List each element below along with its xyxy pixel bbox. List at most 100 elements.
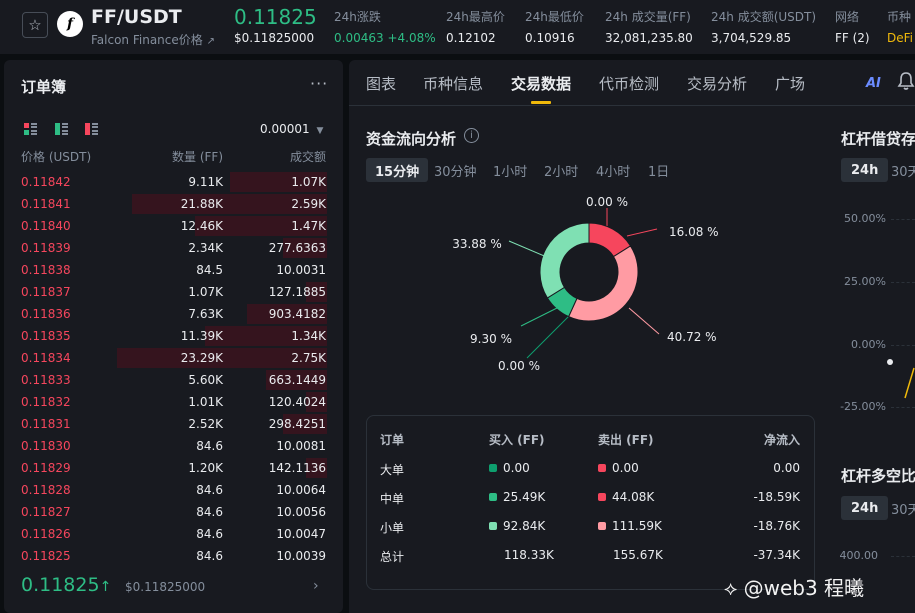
ask-total: 277.6363 xyxy=(268,241,326,255)
view-asks-icon[interactable] xyxy=(85,123,98,136)
active-tab-indicator xyxy=(531,101,551,104)
ai-assistant-icon[interactable]: AI xyxy=(866,76,881,91)
ask-price: 0.11837 xyxy=(21,285,71,299)
ask-row[interactable]: 0.11828 84.6 10.0064 xyxy=(4,479,343,501)
tab-square[interactable]: 广场 xyxy=(775,73,805,94)
tab-trading-data[interactable]: 交易数据 xyxy=(511,73,571,94)
ask-row[interactable]: 0.11842 9.11K 1.07K xyxy=(4,171,343,193)
legend-swatch xyxy=(598,522,606,530)
timeframe-4h[interactable]: 4小时 xyxy=(587,158,639,182)
order-type-label: 中单 xyxy=(380,490,404,507)
bell-icon[interactable] xyxy=(897,71,915,91)
ask-price: 0.11840 xyxy=(21,219,71,233)
chevron-down-icon: ▼ xyxy=(316,126,324,136)
slice-leader-line xyxy=(508,240,550,259)
net-inflow-value: 0.00 xyxy=(773,461,800,475)
col-amount: 数量 (FF) xyxy=(172,150,223,164)
ask-total: 1.47K xyxy=(291,219,326,233)
ask-price: 0.11828 xyxy=(21,483,71,497)
favorite-star-icon[interactable]: ☆ xyxy=(22,12,48,38)
donut-slice[interactable] xyxy=(568,245,639,322)
ask-row[interactable]: 0.11830 84.6 10.0081 xyxy=(4,435,343,457)
slice-label: 40.72 % xyxy=(667,330,717,344)
view-both-icon[interactable] xyxy=(24,123,37,136)
sell-amount-value: 111.59K xyxy=(612,519,662,533)
order-book-title: 订单簿 xyxy=(21,78,67,96)
info-icon[interactable]: i xyxy=(464,128,479,143)
order-type-label: 总计 xyxy=(380,548,404,565)
tab-chart[interactable]: 图表 xyxy=(366,73,396,94)
range2-30d-button[interactable]: 30天 xyxy=(881,496,915,520)
ask-row[interactable]: 0.11840 12.46K 1.47K xyxy=(4,215,343,237)
timeframe-30m[interactable]: 30分钟 xyxy=(425,158,486,182)
ask-row[interactable]: 0.11827 84.6 10.0056 xyxy=(4,501,343,523)
ask-row[interactable]: 0.11839 2.34K 277.6363 xyxy=(4,237,343,259)
ask-row[interactable]: 0.11826 84.6 10.0047 xyxy=(4,523,343,545)
order-type-label-value: 总计 xyxy=(380,550,405,564)
ask-price: 0.11827 xyxy=(21,505,71,519)
margin-lending-title: 杠杆借贷存 xyxy=(841,130,915,148)
fund-flow-donut-chart: 0.00 % 16.08 % 40.72 % 0.00 % 9.30 % 33.88 % xyxy=(452,196,718,373)
more-options-icon[interactable]: ··· xyxy=(310,74,328,93)
stat-value-sector[interactable]: DeFi xyxy=(887,31,913,45)
tab-trade-analysis[interactable]: 交易分析 xyxy=(687,73,747,94)
donut-slice[interactable] xyxy=(539,222,590,299)
stat-label-low: 24h最低价 xyxy=(525,10,584,24)
ask-total: 10.0081 xyxy=(276,439,326,453)
coin-price-link[interactable]: Falcon Finance价格 ↗ xyxy=(91,31,215,48)
ask-price: 0.11842 xyxy=(21,175,71,189)
timeframe-2h[interactable]: 2小时 xyxy=(535,158,587,182)
slice-label: 33.88 % xyxy=(452,237,502,251)
ask-price: 0.11839 xyxy=(21,241,71,255)
slice-leader-line xyxy=(526,315,570,359)
ask-row[interactable]: 0.11834 23.29K 2.75K xyxy=(4,347,343,369)
ask-amount: 9.11K xyxy=(188,175,223,189)
ask-price: 0.11838 xyxy=(21,263,71,277)
timeframe-1h[interactable]: 1小时 xyxy=(484,158,536,182)
chevron-right-icon[interactable]: › xyxy=(313,578,319,594)
view-bids-icon[interactable] xyxy=(55,123,68,136)
stat-value-network[interactable]: FF (2) xyxy=(835,31,870,45)
last-price-usd: $0.11825000 xyxy=(234,31,315,45)
ask-row[interactable]: 0.11829 1.20K 142.1136 xyxy=(4,457,343,479)
ask-row[interactable]: 0.11835 11.39K 1.34K xyxy=(4,325,343,347)
slice-label: 0.00 % xyxy=(586,196,628,209)
pair-name[interactable]: FF/USDT xyxy=(91,6,182,28)
legend-swatch xyxy=(598,464,606,472)
precision-select[interactable]: 0.00001 ▼ xyxy=(260,122,323,136)
timeframe-15m[interactable]: 15分钟 xyxy=(366,158,429,182)
ask-row[interactable]: 0.11838 84.5 10.0031 xyxy=(4,259,343,281)
ask-row[interactable]: 0.11831 2.52K 298.4251 xyxy=(4,413,343,435)
range-30d-button[interactable]: 30天 xyxy=(881,158,915,182)
timeframe-1d[interactable]: 1日 xyxy=(639,158,678,182)
ask-row[interactable]: 0.11837 1.07K 127.1885 xyxy=(4,281,343,303)
ask-amount: 84.6 xyxy=(196,549,223,563)
y-tick-50: 50.00% xyxy=(844,212,886,225)
net-inflow: -37.34K xyxy=(753,548,800,562)
ask-row[interactable]: 0.11833 5.60K 663.1449 xyxy=(4,369,343,391)
stat-value-volume: 32,081,235.80 xyxy=(605,31,693,45)
ask-total: 10.0056 xyxy=(276,505,326,519)
ask-total: 2.59K xyxy=(291,197,326,211)
net-inflow: 0.00 xyxy=(773,461,800,475)
ask-row[interactable]: 0.11825 84.6 10.0039 xyxy=(4,545,343,567)
external-link-icon: ↗ xyxy=(206,36,215,47)
order-book-last-price[interactable]: 0.11825↑ xyxy=(21,574,111,596)
ask-amount: 84.6 xyxy=(196,505,223,519)
tab-token-check[interactable]: 代币检测 xyxy=(599,73,659,94)
ask-row[interactable]: 0.11832 1.01K 120.4024 xyxy=(4,391,343,413)
ask-row[interactable]: 0.11836 7.63K 903.4182 xyxy=(4,303,343,325)
ask-row[interactable]: 0.11841 21.88K 2.59K xyxy=(4,193,343,215)
slice-label: 9.30 % xyxy=(470,332,512,346)
buy-amount: 118.33K xyxy=(504,548,554,562)
slice-leader-line xyxy=(628,307,660,335)
stat-value-turnover: 3,704,529.85 xyxy=(711,31,792,45)
ask-amount: 2.34K xyxy=(188,241,223,255)
y2-tick-400: 400.00 xyxy=(839,549,879,562)
sell-amount-value: 155.67K xyxy=(613,548,663,562)
tab-coin-info[interactable]: 币种信息 xyxy=(423,73,483,94)
buy-amount: 0.00 xyxy=(489,461,530,475)
ask-amount: 1.01K xyxy=(188,395,223,409)
watermark-logo-icon: ⟡ xyxy=(724,576,738,600)
net-inflow-value: -18.59K xyxy=(753,490,800,504)
